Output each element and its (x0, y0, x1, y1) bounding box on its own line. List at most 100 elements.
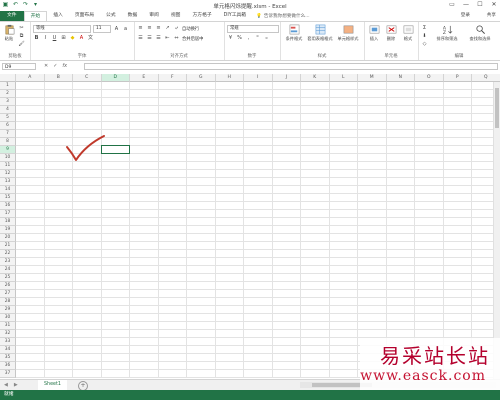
ribbon-display-icon[interactable]: ▭ (448, 1, 456, 9)
formula-input[interactable] (84, 63, 498, 70)
fill-icon[interactable]: ⬇ (421, 33, 428, 40)
vertical-scroll-thumb[interactable] (495, 88, 499, 128)
number-format-select[interactable]: 常规 (227, 25, 279, 33)
confirm-entry-icon[interactable]: ✓ (53, 63, 57, 69)
tell-me-box[interactable]: 💡 告诉我你想要做什么... (256, 13, 309, 20)
bold-icon[interactable]: B (33, 35, 40, 42)
row-header[interactable]: 23 (0, 258, 16, 266)
close-icon[interactable]: ✕ (490, 1, 498, 9)
decrease-indent-icon[interactable]: ⇤ (164, 35, 171, 42)
row-header[interactable]: 21 (0, 242, 16, 250)
comma-icon[interactable]: , (245, 35, 252, 42)
fill-color-icon[interactable]: ◆ (69, 35, 76, 42)
clear-icon[interactable]: ◇ (421, 41, 428, 48)
row-header[interactable]: 33 (0, 338, 16, 346)
row-header[interactable]: 15 (0, 194, 16, 202)
worksheet-grid[interactable]: A B C D E F G H I J K L M N O P Q 1 2 3 4 5 6 7 8 9 10 11 12 13 14 15 16… (0, 74, 500, 379)
row-header[interactable]: 18 (0, 218, 16, 226)
row-header[interactable]: 35 (0, 354, 16, 362)
italic-icon[interactable]: I (42, 35, 49, 42)
row-header[interactable]: 32 (0, 330, 16, 338)
merge-icon[interactable]: ⇔ (173, 35, 180, 42)
wrap-text-icon[interactable]: ⤶ (173, 25, 180, 32)
currency-icon[interactable]: ¥ (227, 35, 234, 42)
font-color-icon[interactable]: A (78, 35, 85, 42)
row-header[interactable]: 16 (0, 202, 16, 210)
row-header[interactable]: 4 (0, 106, 16, 114)
column-header[interactable]: I (244, 74, 273, 82)
row-header[interactable]: 29 (0, 306, 16, 314)
align-center-icon[interactable]: ☰ (146, 35, 153, 42)
vertical-scrollbar[interactable] (493, 82, 500, 379)
row-header[interactable]: 14 (0, 186, 16, 194)
tab-fangfangezi[interactable]: 方方格子 (186, 11, 217, 21)
format-painter-icon[interactable]: 🖌 (18, 41, 25, 48)
column-header[interactable]: J (272, 74, 301, 82)
conditional-format-button[interactable]: 条件格式 (282, 24, 306, 42)
row-header[interactable]: 9 (0, 146, 16, 154)
row-header[interactable]: 19 (0, 226, 16, 234)
tab-review[interactable]: 审阅 (143, 11, 165, 21)
merge-center-label[interactable]: 合并后居中 (182, 36, 203, 42)
row-header[interactable]: 31 (0, 322, 16, 330)
copy-icon[interactable]: ⧉ (18, 33, 25, 40)
row-header[interactable]: 37 (0, 370, 16, 378)
row-header[interactable]: 2 (0, 90, 16, 98)
font-size-select[interactable]: 11 (93, 25, 111, 33)
percent-icon[interactable]: % (236, 35, 243, 42)
cut-icon[interactable]: ✂ (18, 25, 25, 32)
decrease-decimal-icon[interactable]: ₀ (263, 35, 270, 42)
select-all-corner[interactable] (0, 74, 16, 82)
next-sheet-icon[interactable]: ▶ (14, 382, 18, 388)
orientation-icon[interactable]: ↗ (164, 25, 171, 32)
shrink-font-icon[interactable]: a (122, 26, 129, 33)
grow-font-icon[interactable]: A (113, 26, 120, 33)
format-as-table-button[interactable]: 套用表格格式 (307, 24, 333, 42)
column-header[interactable]: G (187, 74, 216, 82)
column-header[interactable]: D (101, 74, 130, 82)
row-header[interactable]: 10 (0, 154, 16, 162)
column-header[interactable]: P (443, 74, 472, 82)
wrap-text-label[interactable]: 自动换行 (182, 26, 199, 32)
column-header[interactable]: F (158, 74, 187, 82)
minimize-icon[interactable]: — (462, 1, 470, 9)
row-header[interactable]: 17 (0, 210, 16, 218)
insert-function-icon[interactable]: fx (62, 63, 67, 69)
align-bottom-icon[interactable]: ≡ (155, 25, 162, 32)
column-header[interactable]: N (386, 74, 415, 82)
name-box[interactable]: D9 (2, 63, 36, 70)
row-header[interactable]: 24 (0, 266, 16, 274)
align-middle-icon[interactable]: ≡ (146, 25, 153, 32)
share-button[interactable]: 共享 (487, 11, 496, 21)
row-header[interactable]: 30 (0, 314, 16, 322)
row-header[interactable]: 1 (0, 82, 16, 90)
row-header[interactable]: 28 (0, 298, 16, 306)
align-right-icon[interactable]: ☰ (155, 35, 162, 42)
tab-file[interactable]: 文件 (0, 11, 24, 21)
column-header[interactable]: E (130, 74, 159, 82)
row-header[interactable]: 25 (0, 274, 16, 282)
tab-home[interactable]: 开始 (23, 11, 48, 21)
autosum-icon[interactable]: Σ (421, 25, 428, 32)
row-header[interactable]: 6 (0, 122, 16, 130)
cell-styles-button[interactable]: 单元格样式 (334, 24, 362, 42)
login-link[interactable]: 登录 (461, 11, 470, 21)
align-left-icon[interactable]: ☰ (137, 35, 144, 42)
column-header[interactable]: A (16, 74, 45, 82)
column-header[interactable]: C (73, 74, 102, 82)
column-header[interactable]: O (415, 74, 444, 82)
phonetic-icon[interactable]: 文 (87, 35, 94, 42)
row-header[interactable]: 12 (0, 170, 16, 178)
tab-data[interactable]: 数据 (122, 11, 144, 21)
align-top-icon[interactable]: ≡ (137, 25, 144, 32)
tab-insert[interactable]: 插入 (47, 11, 69, 21)
column-header[interactable]: Q (472, 74, 500, 82)
tab-formulas[interactable]: 公式 (100, 11, 122, 21)
delete-cells-button[interactable]: 删除 (384, 24, 398, 42)
row-header[interactable]: 36 (0, 362, 16, 370)
row-header[interactable]: 5 (0, 114, 16, 122)
paste-button[interactable]: 粘贴 (2, 24, 16, 42)
row-header[interactable]: 13 (0, 178, 16, 186)
row-header[interactable]: 22 (0, 250, 16, 258)
find-select-button[interactable]: 查找和选择 (464, 24, 496, 42)
